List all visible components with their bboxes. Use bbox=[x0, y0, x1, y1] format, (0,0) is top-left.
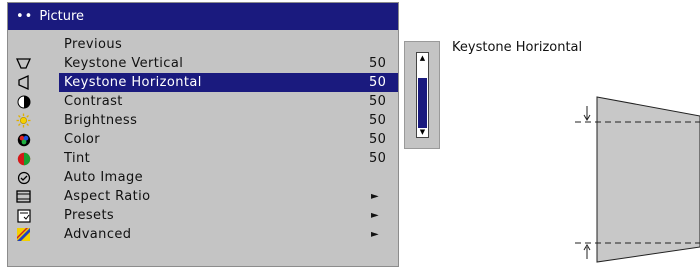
submenu-arrow-icon: ► bbox=[371, 229, 380, 240]
keystone-trapezoid-shape bbox=[596, 96, 700, 263]
menu-item-presets[interactable]: Presets ► bbox=[8, 206, 398, 225]
menu-item-value: 50 bbox=[369, 132, 387, 147]
scrollbar-thumb[interactable] bbox=[418, 78, 427, 128]
menu-item-value: 50 bbox=[369, 151, 387, 166]
menu-item-label: Contrast bbox=[64, 94, 123, 109]
menu-item-aspect-ratio[interactable]: Aspect Ratio ► bbox=[8, 187, 398, 206]
scrollbar-frame: ▲ ▼ bbox=[404, 41, 440, 149]
menu-item-label: Advanced bbox=[64, 227, 132, 242]
menu-item-label: Keystone Vertical bbox=[64, 56, 184, 71]
menu-title-bar: •• Picture bbox=[8, 3, 398, 30]
menu-item-keystone-horizontal[interactable]: Keystone Horizontal 50 bbox=[8, 73, 398, 92]
aspect-ratio-icon bbox=[16, 189, 31, 204]
menu-item-label: Tint bbox=[64, 151, 91, 166]
tint-icon bbox=[16, 151, 31, 166]
submenu-arrow-icon: ► bbox=[371, 191, 380, 202]
menu-item-contrast[interactable]: Contrast 50 bbox=[8, 92, 398, 111]
menu-item-previous[interactable]: Previous bbox=[8, 35, 398, 54]
menu-item-value: 50 bbox=[369, 56, 387, 71]
keystone-horizontal-icon bbox=[16, 75, 31, 90]
keystone-vertical-icon bbox=[16, 56, 31, 71]
brightness-icon bbox=[16, 113, 31, 128]
menu-item-advanced[interactable]: Advanced ► bbox=[8, 225, 398, 244]
menu-item-label: Aspect Ratio bbox=[64, 189, 151, 204]
menu-item-auto-image[interactable]: Auto Image bbox=[8, 168, 398, 187]
menu-item-value: 50 bbox=[369, 113, 387, 128]
presets-icon bbox=[16, 208, 31, 223]
menu-item-brightness[interactable]: Brightness 50 bbox=[8, 111, 398, 130]
menu-title-dots: •• bbox=[16, 9, 34, 24]
menu-list: Previous Keystone Vertical 50 Keystone H… bbox=[8, 30, 398, 244]
menu-item-color[interactable]: Color 50 bbox=[8, 130, 398, 149]
top-arrow-icon bbox=[583, 106, 591, 121]
menu-item-keystone-vertical[interactable]: Keystone Vertical 50 bbox=[8, 54, 398, 73]
advanced-icon bbox=[16, 227, 31, 242]
menu-item-tint[interactable]: Tint 50 bbox=[8, 149, 398, 168]
menu-item-label: Auto Image bbox=[64, 170, 144, 185]
menu-item-label: Keystone Horizontal bbox=[64, 75, 202, 90]
picture-menu: •• Picture Previous Keystone Vertical 50 … bbox=[7, 2, 399, 267]
scroll-up-icon[interactable]: ▲ bbox=[417, 54, 428, 62]
bottom-arrow-icon bbox=[583, 244, 591, 259]
contrast-icon bbox=[16, 94, 31, 109]
submenu-arrow-icon: ► bbox=[371, 210, 380, 221]
menu-item-value: 50 bbox=[369, 75, 387, 90]
menu-item-label: Presets bbox=[64, 208, 115, 223]
menu-title: Picture bbox=[39, 9, 85, 24]
menu-item-label: Previous bbox=[64, 37, 123, 52]
color-icon bbox=[16, 132, 31, 147]
auto-image-icon bbox=[16, 170, 31, 185]
scroll-down-icon[interactable]: ▼ bbox=[417, 128, 428, 136]
menu-item-value: 50 bbox=[369, 94, 387, 109]
menu-item-label: Color bbox=[64, 132, 100, 147]
scrollbar-track[interactable]: ▲ ▼ bbox=[416, 52, 429, 138]
diagram-title: Keystone Horizontal bbox=[452, 40, 583, 55]
menu-item-label: Brightness bbox=[64, 113, 138, 128]
